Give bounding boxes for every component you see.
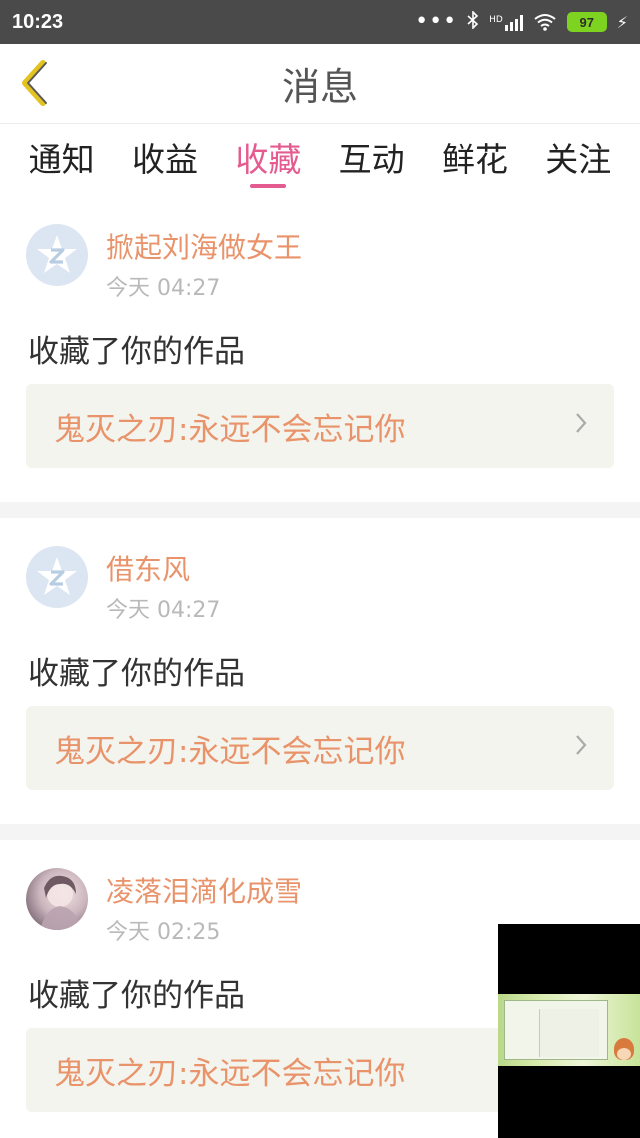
divider [0,502,640,518]
signal-icon: HD [489,13,523,31]
message-time: 今天 02:25 [106,920,221,945]
tab-bar: 通知 收益 收藏 互动 鲜花 关注 [0,124,640,196]
default-avatar-icon [37,557,77,595]
video-thumbnail [498,994,640,1066]
video-character-face [617,1048,631,1060]
list-item: 借东风 今天 04:27 收藏了你的作品 鬼灭之刃:永远不会忘记你 [0,518,640,824]
video-panel [504,1000,608,1060]
tab-follows[interactable]: 关注 [545,124,611,196]
work-title: 鬼灭之刃:永远不会忘记你 [54,1055,406,1092]
avatar[interactable] [26,224,88,286]
floating-video-window[interactable] [498,924,640,1138]
user-name[interactable]: 借东风 [106,548,190,588]
wifi-icon [533,13,557,31]
chevron-left-icon [22,60,47,106]
default-avatar-icon [37,235,77,273]
message-text: 收藏了你的作品 [28,334,245,370]
divider [0,824,640,840]
bluetooth-icon [467,9,479,34]
hd-label: HD [489,15,503,25]
charging-icon: ⚡ [616,12,628,32]
message-time: 今天 04:27 [106,276,221,301]
user-name[interactable]: 掀起刘海做女王 [106,226,302,266]
status-time: 10:23 [12,10,64,33]
work-title: 鬼灭之刃:永远不会忘记你 [54,411,406,448]
message-time: 今天 04:27 [106,598,221,623]
work-link[interactable]: 鬼灭之刃:永远不会忘记你 [26,706,614,790]
chevron-right-icon [574,411,588,442]
status-icons: ••• HD 97 ⚡ [415,9,628,34]
video-panel-inner [539,1009,599,1057]
page-title: 消息 [281,65,358,109]
user-name[interactable]: 凌落泪滴化成雪 [106,870,302,910]
message-text: 收藏了你的作品 [28,656,245,692]
tab-favorites[interactable]: 收藏 [235,124,301,196]
avatar[interactable] [26,868,88,930]
list-item: 掀起刘海做女王 今天 04:27 收藏了你的作品 鬼灭之刃:永远不会忘记你 [0,196,640,502]
message-text: 收藏了你的作品 [28,978,245,1014]
header: 消息 [0,44,640,124]
work-title: 鬼灭之刃:永远不会忘记你 [54,733,406,770]
tab-notifications[interactable]: 通知 [29,124,95,196]
photo-avatar [40,875,82,930]
tab-interactions[interactable]: 互动 [339,124,405,196]
work-link[interactable]: 鬼灭之刃:永远不会忘记你 [26,384,614,468]
tab-earnings[interactable]: 收益 [132,124,198,196]
battery-icon: 97 [566,12,607,32]
tab-flowers[interactable]: 鲜花 [442,124,508,196]
avatar[interactable] [26,546,88,608]
back-button[interactable] [14,58,54,108]
chevron-right-icon [574,733,588,764]
status-bar: 10:23 ••• HD 97 ⚡ [0,0,640,44]
notification-dots: ••• [415,9,458,34]
